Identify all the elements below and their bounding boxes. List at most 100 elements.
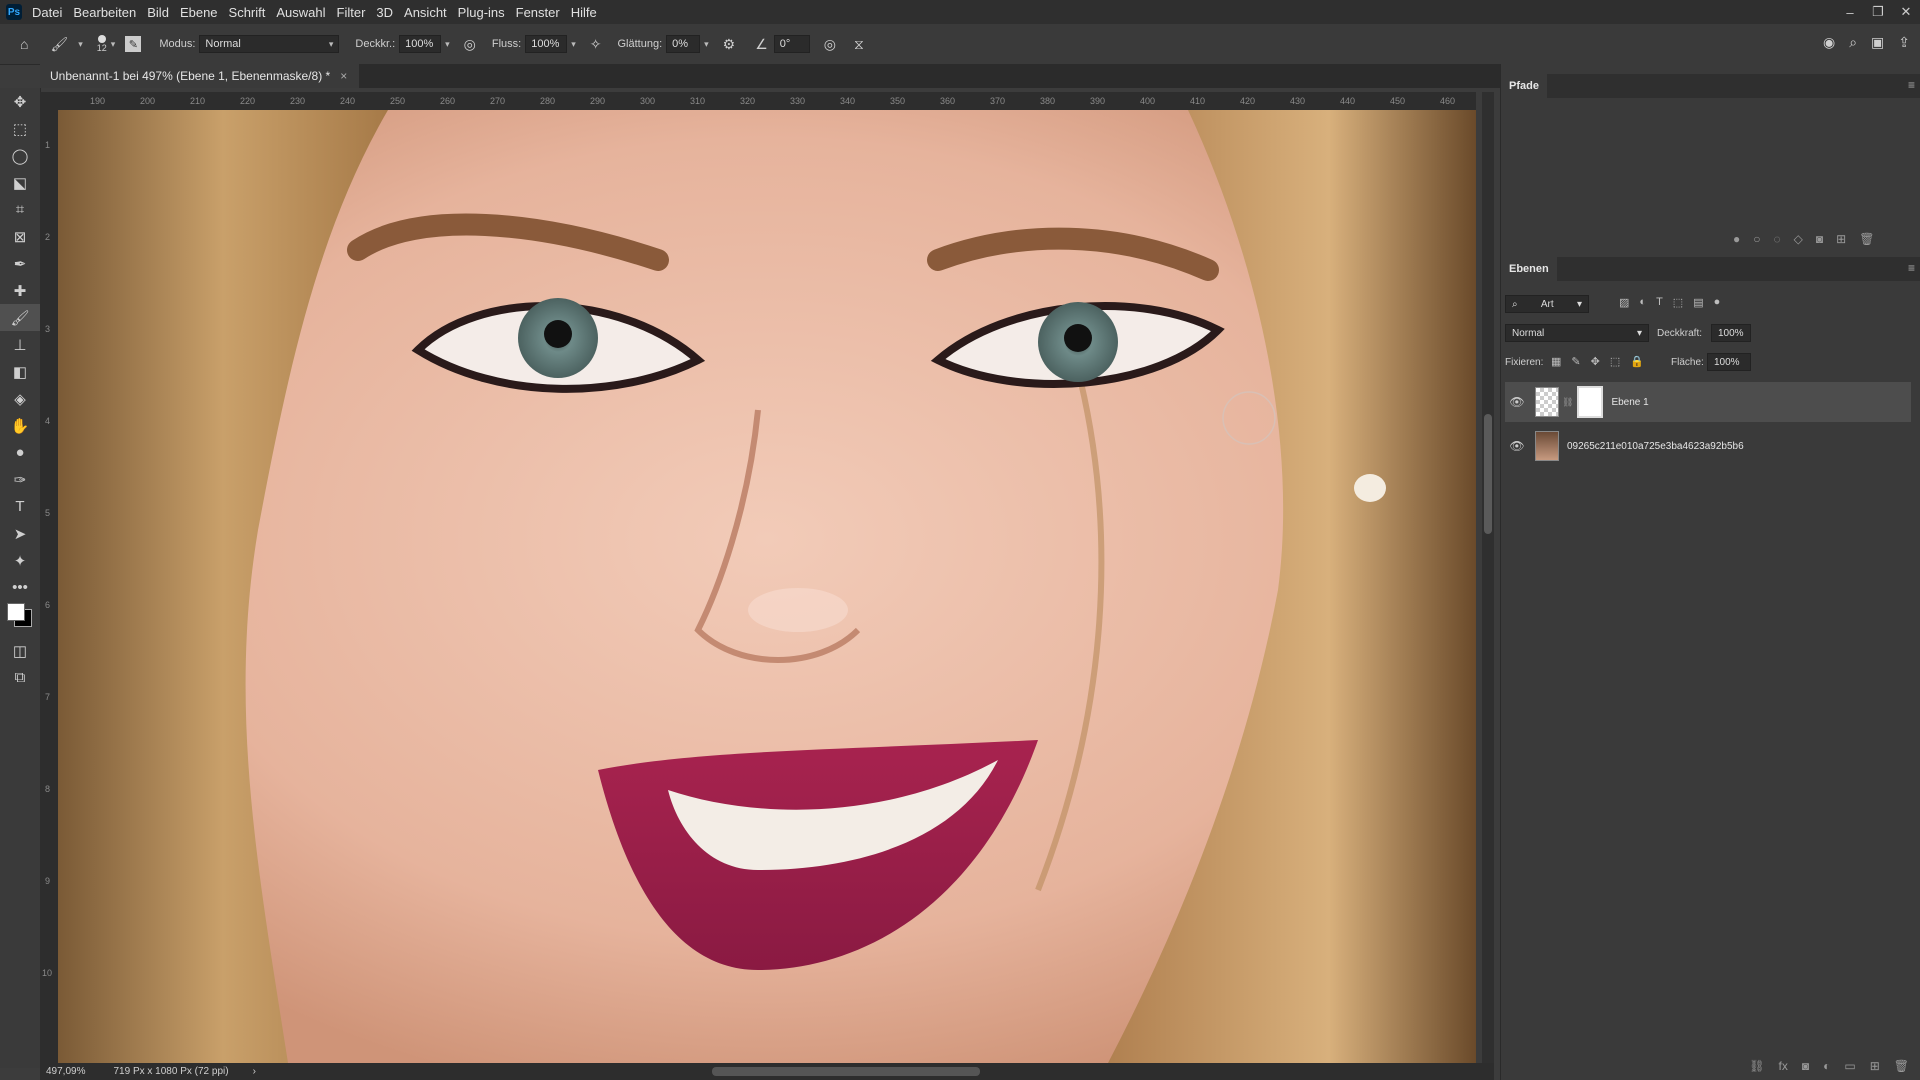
angle-field[interactable]: 0°: [773, 35, 810, 53]
horizontal-scrollbar-thumb[interactable]: [712, 1067, 980, 1076]
chevron-down-icon[interactable]: ▾: [571, 39, 576, 50]
paint-bucket-icon[interactable]: ◈: [0, 385, 40, 412]
foreground-color-swatch[interactable]: [7, 603, 25, 621]
fill-path-icon[interactable]: ●: [1733, 232, 1740, 246]
layer-opacity-field[interactable]: 100%: [1711, 324, 1751, 342]
mode-select[interactable]: Normal ▾: [199, 35, 340, 53]
vertical-scrollbar[interactable]: [1482, 92, 1494, 1063]
lock-position-icon[interactable]: ✥: [1591, 355, 1600, 368]
flow-field[interactable]: 100%: [525, 35, 568, 53]
fill-field[interactable]: 100%: [1707, 353, 1751, 371]
move-icon[interactable]: ✥: [0, 88, 40, 115]
menu-plugins[interactable]: Plug-ins: [458, 5, 505, 20]
opacity-field[interactable]: 100%: [399, 35, 442, 53]
menu-ebene[interactable]: Ebene: [180, 5, 218, 20]
panel-menu-icon[interactable]: ≡: [1908, 78, 1915, 92]
new-path-icon[interactable]: ⊞: [1836, 232, 1846, 246]
type-filter-icon[interactable]: T: [1656, 296, 1663, 309]
menu-auswahl[interactable]: Auswahl: [276, 5, 325, 20]
workspace-icon[interactable]: ▣: [1871, 34, 1884, 51]
eraser-icon[interactable]: ◧: [0, 358, 40, 385]
layer-mask-thumbnail[interactable]: [1577, 386, 1604, 418]
type-icon[interactable]: T: [0, 493, 40, 520]
search-icon[interactable]: ⌕: [1849, 34, 1857, 51]
stroke-path-icon[interactable]: ○: [1753, 232, 1760, 246]
crop-icon[interactable]: ⌗: [0, 196, 40, 223]
make-path-icon[interactable]: ◇: [1794, 232, 1803, 246]
add-mask-icon[interactable]: ◙: [1816, 232, 1823, 246]
filter-toggle-icon[interactable]: ●: [1714, 296, 1721, 309]
tab-layers[interactable]: Ebenen: [1501, 257, 1557, 281]
layer-row[interactable]: 👁 ⛓ Ebene 1: [1505, 382, 1911, 422]
share-icon[interactable]: ⇪: [1898, 34, 1910, 51]
close-window-button[interactable]: ✕: [1892, 0, 1920, 24]
symmetry-icon[interactable]: ⧖: [854, 36, 864, 53]
trash-icon[interactable]: 🗑: [1894, 1059, 1909, 1073]
photoshop-logo-icon[interactable]: Ps: [6, 4, 22, 20]
smart-object-filter-icon[interactable]: ▤: [1693, 296, 1703, 309]
link-layers-icon[interactable]: ⛓: [1749, 1059, 1764, 1073]
home-icon[interactable]: ⌂: [20, 36, 28, 52]
shape-icon[interactable]: ✦: [0, 547, 40, 574]
chevron-down-icon[interactable]: ▾: [78, 39, 83, 50]
airbrush-icon[interactable]: ✧: [590, 36, 602, 53]
pressure-size-icon[interactable]: ◎: [824, 36, 836, 53]
brush-preset-icon[interactable]: 🖌: [50, 36, 68, 53]
zoom-level[interactable]: 497,09%: [46, 1066, 85, 1077]
add-mask-icon[interactable]: ◙: [1802, 1059, 1809, 1073]
panel-menu-icon[interactable]: ≡: [1908, 261, 1915, 275]
link-icon[interactable]: ⛓: [1562, 397, 1573, 408]
smoothing-field[interactable]: 0%: [666, 35, 701, 53]
brush-settings-icon[interactable]: ✎: [125, 36, 142, 52]
status-menu-arrow[interactable]: ›: [253, 1066, 256, 1077]
menu-schrift[interactable]: Schrift: [229, 5, 266, 20]
lock-transparency-icon[interactable]: ▦: [1551, 355, 1561, 368]
brush-icon[interactable]: 🖌: [0, 304, 40, 331]
eye-icon[interactable]: 👁: [1505, 439, 1529, 453]
lock-all-icon[interactable]: 🔒: [1630, 355, 1644, 368]
layer-filter-select[interactable]: ⌕ Art ▾: [1505, 295, 1589, 313]
adjustment-filter-icon[interactable]: ◐: [1639, 296, 1646, 309]
dodge-icon[interactable]: ✋: [0, 412, 40, 439]
trash-icon[interactable]: 🗑: [1859, 232, 1874, 246]
menu-bearbeiten[interactable]: Bearbeiten: [73, 5, 136, 20]
layer-row[interactable]: 👁 09265c211e010a725e3ba4623a92b5b6: [1505, 426, 1911, 466]
group-folder-icon[interactable]: ▭: [1844, 1059, 1855, 1073]
load-selection-icon[interactable]: ◌: [1774, 232, 1781, 246]
close-tab-icon[interactable]: ×: [340, 69, 347, 83]
menu-3d[interactable]: 3D: [376, 5, 393, 20]
chevron-down-icon[interactable]: ▾: [704, 39, 709, 50]
chevron-down-icon[interactable]: ▾: [445, 39, 450, 50]
quick-mask-icon[interactable]: ◫: [0, 637, 40, 664]
stamp-icon[interactable]: ⊥: [0, 331, 40, 358]
new-layer-icon[interactable]: ⊞: [1870, 1059, 1880, 1073]
path-select-icon[interactable]: ➤: [0, 520, 40, 547]
shape-filter-icon[interactable]: ⬚: [1673, 296, 1683, 309]
lock-artboard-icon[interactable]: ⬚: [1610, 355, 1620, 368]
menu-ansicht[interactable]: Ansicht: [404, 5, 447, 20]
blend-mode-select[interactable]: Normal ▾: [1505, 324, 1649, 342]
menu-filter[interactable]: Filter: [337, 5, 366, 20]
pressure-opacity-icon[interactable]: ◎: [464, 36, 476, 53]
gear-icon[interactable]: ⚙: [723, 36, 736, 53]
menu-bild[interactable]: Bild: [147, 5, 169, 20]
tab-paths[interactable]: Pfade: [1501, 74, 1547, 98]
healing-brush-icon[interactable]: ✚: [0, 277, 40, 304]
menu-hilfe[interactable]: Hilfe: [571, 5, 597, 20]
lock-pixels-icon[interactable]: ✎: [1571, 355, 1580, 368]
pen-icon[interactable]: ✑: [0, 466, 40, 493]
more-tools-icon[interactable]: •••: [0, 574, 40, 601]
eye-icon[interactable]: 👁: [1505, 395, 1529, 409]
lasso-icon[interactable]: ◯: [0, 142, 40, 169]
document-tab[interactable]: Unbenannt-1 bei 497% (Ebene 1, Ebenenmas…: [40, 64, 360, 88]
eyedropper-icon[interactable]: ✒: [0, 250, 40, 277]
minimize-button[interactable]: –: [1836, 0, 1864, 24]
smudge-icon[interactable]: ●: [0, 439, 40, 466]
menu-fenster[interactable]: Fenster: [516, 5, 560, 20]
learn-icon[interactable]: ◉: [1823, 34, 1835, 51]
brush-size-picker[interactable]: 12: [97, 35, 107, 53]
scrollbar-thumb[interactable]: [1484, 414, 1492, 534]
frame-icon[interactable]: ⊠: [0, 223, 40, 250]
fx-icon[interactable]: fx: [1779, 1059, 1788, 1073]
object-select-icon[interactable]: ⬕: [0, 169, 40, 196]
